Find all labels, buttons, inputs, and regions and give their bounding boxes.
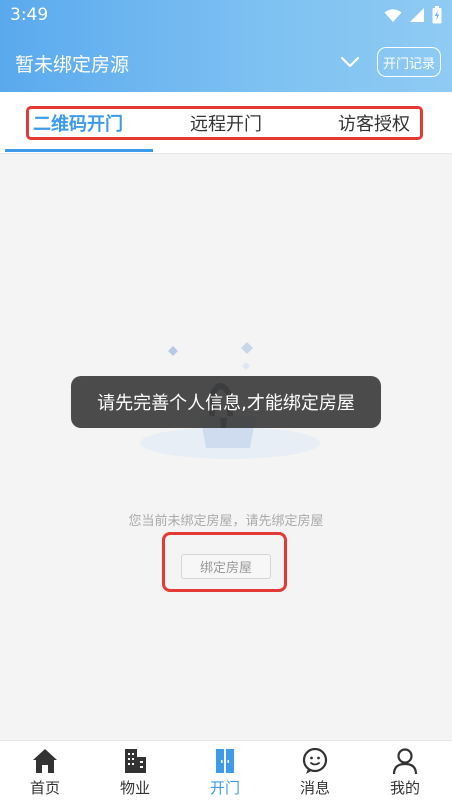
door-records-button[interactable]: 开门记录 bbox=[377, 47, 441, 77]
empty-state-message: 您当前未绑定房屋，请先绑定房屋 bbox=[128, 514, 324, 529]
nav-item-open-door[interactable]: 开门 bbox=[180, 741, 270, 804]
wifi-icon bbox=[384, 8, 402, 22]
main-content: 请先完善个人信息,才能绑定房屋 您当前未绑定房屋，请先绑定房屋 绑定房屋 bbox=[0, 155, 452, 740]
message-icon bbox=[302, 747, 328, 774]
nav-label-messages: 消息 bbox=[299, 779, 330, 797]
nav-item-home[interactable]: 首页 bbox=[0, 741, 90, 804]
nav-label-property: 物业 bbox=[119, 779, 150, 797]
bind-house-button[interactable]: 绑定房屋 bbox=[181, 554, 271, 579]
user-icon bbox=[392, 748, 418, 775]
chevron-down-icon[interactable] bbox=[338, 52, 362, 72]
status-time: 3:49 bbox=[10, 5, 49, 25]
door-icon bbox=[216, 749, 234, 773]
home-icon bbox=[33, 749, 57, 773]
signal-icon bbox=[410, 8, 424, 22]
battery-charging-icon bbox=[432, 6, 442, 24]
active-tab-indicator bbox=[5, 149, 153, 152]
status-icons bbox=[384, 6, 442, 24]
title-row: 暂未绑定房源 开门记录 bbox=[0, 40, 452, 84]
status-bar: 3:49 bbox=[0, 0, 452, 30]
page-title: 暂未绑定房源 bbox=[15, 54, 130, 76]
nav-label-home: 首页 bbox=[29, 779, 60, 797]
toast-message: 请先完善个人信息,才能绑定房屋 bbox=[71, 376, 381, 428]
tab-remote-open[interactable]: 远程开门 bbox=[190, 110, 262, 136]
tab-visitor-auth[interactable]: 访客授权 bbox=[338, 110, 410, 136]
nav-label-mine: 我的 bbox=[389, 779, 420, 797]
bottom-nav: 首页 物业 开门 消息 我的 bbox=[0, 740, 452, 804]
nav-item-messages[interactable]: 消息 bbox=[270, 741, 360, 804]
building-icon bbox=[125, 749, 146, 773]
app-header: 3:49 暂未绑定房源 开门记录 bbox=[0, 0, 452, 92]
nav-item-property[interactable]: 物业 bbox=[90, 741, 180, 804]
nav-item-mine[interactable]: 我的 bbox=[360, 741, 450, 804]
door-tabs: 二维码开门 远程开门 访客授权 bbox=[0, 92, 452, 154]
nav-label-open-door: 开门 bbox=[209, 779, 240, 797]
tab-qrcode-open[interactable]: 二维码开门 bbox=[33, 110, 123, 136]
